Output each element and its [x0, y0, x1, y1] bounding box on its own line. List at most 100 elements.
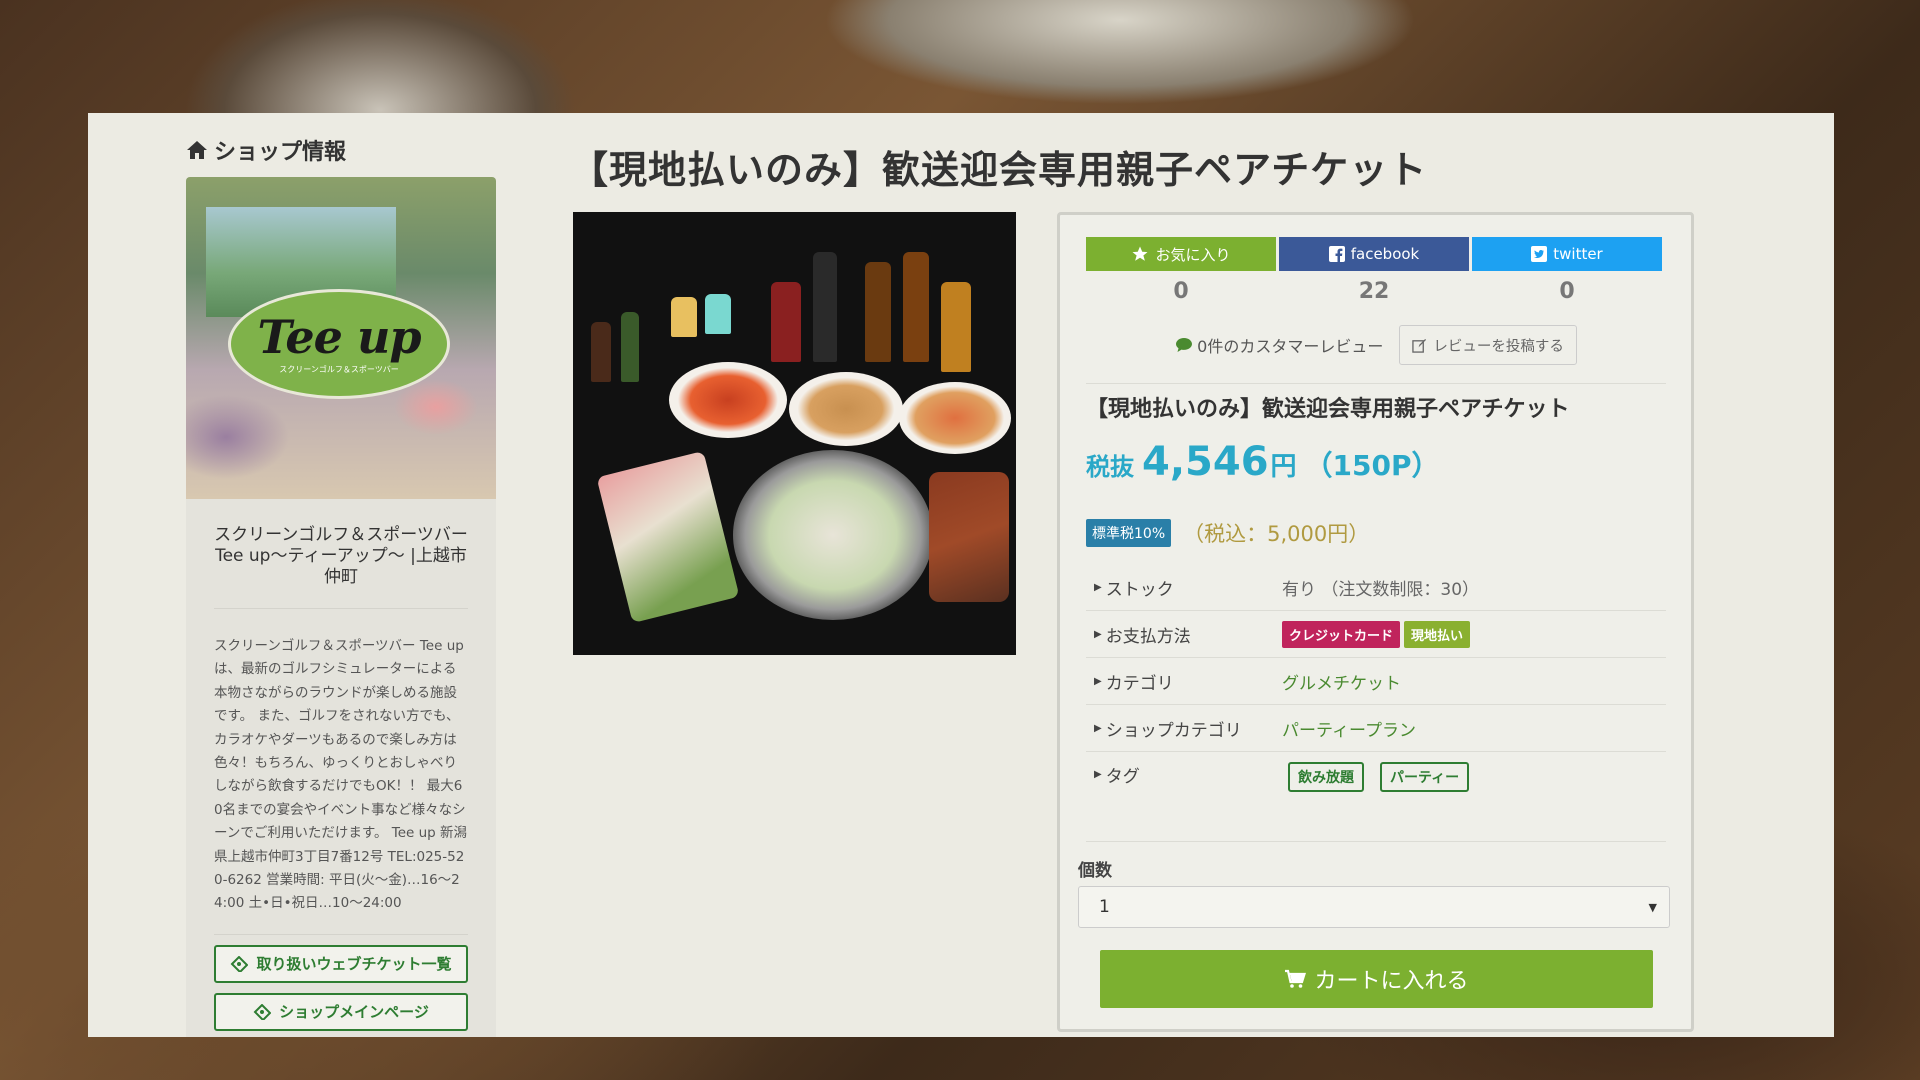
caret-right-icon: ▶	[1094, 675, 1102, 687]
product-image[interactable]	[573, 212, 1016, 655]
star-icon	[1132, 246, 1148, 261]
spec-key-label: ストック	[1105, 579, 1174, 600]
spec-row-category: ▶ カテゴリ グルメチケット	[1086, 658, 1666, 705]
quantity-label: 個数	[1078, 861, 1112, 881]
spec-key-label: タグ	[1105, 767, 1140, 787]
shop-main-page-button[interactable]: ショップメインページ	[214, 992, 468, 1031]
hotpot-graphic	[733, 450, 933, 620]
shop-info-heading: ショップ情報	[186, 133, 496, 167]
category-link[interactable]: グルメチケット	[1282, 669, 1401, 694]
bottle-graphic	[591, 322, 611, 382]
fried-food-plate-graphic	[789, 372, 903, 446]
add-to-cart-label: カートに入れる	[1314, 969, 1469, 994]
sausage-plate-graphic	[929, 472, 1009, 602]
tag-link[interactable]: パーティー	[1380, 762, 1470, 792]
tax-row: 標準税10% （税込：5,000円）	[1086, 518, 1369, 548]
social-counts: 0 22 0	[1086, 279, 1662, 304]
facebook-icon	[1328, 246, 1345, 262]
twitter-label: twitter	[1553, 245, 1603, 263]
twitter-button[interactable]: twitter	[1472, 237, 1662, 271]
spec-row-stock: ▶ ストック 有り （注文数制限：30）	[1086, 564, 1666, 611]
spec-key: ▶ タグ	[1086, 762, 1282, 787]
favorite-button[interactable]: お気に入り	[1086, 237, 1276, 271]
tag-link[interactable]: 飲み放題	[1288, 762, 1364, 792]
bottle-graphic	[941, 282, 971, 372]
quantity-value: 1	[1099, 897, 1110, 917]
shop-logo-text: Tee up	[257, 309, 421, 364]
caret-right-icon: ▶	[1094, 722, 1102, 734]
pasta-plate-graphic	[669, 362, 787, 438]
divider	[1086, 841, 1666, 842]
spec-row-shop-category: ▶ ショップカテゴリ パーティープラン	[1086, 705, 1666, 752]
ticket-icon	[253, 1003, 272, 1020]
shop-category-link[interactable]: パーティープラン	[1282, 716, 1416, 741]
page: ショップ情報 Tee up スクリーンゴルフ＆スポーツバー スクリーンゴルフ＆ス…	[88, 113, 1834, 1037]
price-label: 税抜	[1086, 453, 1134, 481]
spec-key-label: カテゴリ	[1105, 673, 1174, 694]
ticket-list-label: 取り扱いウェブチケット一覧	[256, 955, 452, 974]
tag-list: 飲み放題 パーティー	[1282, 762, 1475, 792]
tax-included-price: （税込：5,000円）	[1183, 522, 1370, 546]
price-value: 4,546	[1142, 439, 1269, 485]
sashimi-plate-graphic	[596, 450, 740, 624]
spec-key: ▶ お支払方法	[1086, 622, 1282, 647]
facebook-count: 22	[1358, 279, 1390, 304]
shop-description: スクリーンゴルフ＆スポーツバー Tee upは、最新のゴルフシミュレーターによる…	[214, 638, 468, 912]
payment-badge-local: 現地払い	[1404, 620, 1471, 648]
bottle-graphic	[903, 252, 929, 362]
product-title: 【現地払いのみ】歓送迎会専用親子ペアチケット	[570, 148, 1428, 192]
comment-icon	[1176, 338, 1193, 352]
favorite-count: 0	[1173, 279, 1189, 304]
review-row: 0件のカスタマーレビュー レビューを投稿する	[1086, 325, 1666, 365]
product-info-panel: お気に入り facebook twitter 0 22 0 0件のカスタマーレビ…	[1057, 212, 1694, 1032]
price-unit: 円	[1270, 452, 1297, 482]
cart-icon	[1285, 969, 1307, 988]
spec-key-label: ショップカテゴリ	[1105, 720, 1242, 741]
pizza-plate-graphic	[899, 382, 1011, 454]
shop-name[interactable]: スクリーンゴルフ＆スポーツバー Tee up〜ティーアップ〜 |上越市仲町	[186, 499, 496, 608]
edit-icon	[1412, 338, 1427, 353]
divider	[1086, 383, 1666, 384]
spec-key: ▶ カテゴリ	[1086, 669, 1282, 694]
spec-row-tags: ▶ タグ 飲み放題 パーティー	[1086, 752, 1666, 824]
review-count-link[interactable]: 0件のカスタマーレビュー	[1175, 333, 1383, 357]
glass-graphic	[671, 297, 697, 337]
spec-value: 有り （注文数制限：30）	[1282, 579, 1480, 600]
favorite-label: お気に入り	[1155, 245, 1231, 264]
spec-key-label: お支払方法	[1105, 626, 1191, 647]
add-to-cart-button[interactable]: カートに入れる	[1100, 950, 1653, 1008]
spec-key: ▶ ストック	[1086, 575, 1282, 600]
shop-image[interactable]: Tee up スクリーンゴルフ＆スポーツバー	[186, 177, 496, 499]
ticket-icon	[231, 955, 249, 972]
facebook-label: facebook	[1350, 245, 1420, 263]
chevron-down-icon: ▼	[1648, 900, 1657, 914]
spec-value: クレジットカード 現地払い	[1282, 620, 1471, 648]
glass-graphic	[705, 294, 731, 334]
bottle-graphic	[771, 282, 801, 362]
tax-rate-badge: 標準税10%	[1086, 519, 1172, 547]
home-icon	[187, 141, 207, 159]
spec-key: ▶ ショップカテゴリ	[1086, 716, 1282, 741]
bottle-graphic	[813, 252, 837, 362]
social-buttons: お気に入り facebook twitter	[1086, 237, 1662, 271]
product-subtitle: 【現地払いのみ】歓送迎会専用親子ペアチケット	[1086, 397, 1570, 422]
post-review-button[interactable]: レビューを投稿する	[1399, 325, 1577, 365]
facebook-button[interactable]: facebook	[1279, 237, 1469, 271]
shop-logo-subtext: スクリーンゴルフ＆スポーツバー	[279, 364, 399, 374]
caret-right-icon: ▶	[1094, 769, 1102, 780]
shop-logo: Tee up スクリーンゴルフ＆スポーツバー	[228, 289, 450, 399]
bottle-graphic	[621, 312, 639, 382]
payment-badge-credit-card: クレジットカード	[1282, 620, 1401, 648]
price-row: 税抜 4,546 円 （150P）	[1086, 439, 1440, 485]
shop-info-heading-label: ショップ情報	[214, 140, 347, 165]
spec-table: ▶ ストック 有り （注文数制限：30） ▶ お支払方法 クレジットカード 現地払い…	[1086, 564, 1666, 824]
shop-card: Tee up スクリーンゴルフ＆スポーツバー スクリーンゴルフ＆スポーツバー T…	[186, 177, 496, 1037]
caret-right-icon: ▶	[1094, 628, 1102, 640]
twitter-count: 0	[1559, 279, 1575, 304]
post-review-label: レビューを投稿する	[1433, 338, 1564, 355]
review-count-label: 0件のカスタマーレビュー	[1197, 337, 1384, 356]
divider	[214, 933, 468, 935]
shop-main-page-label: ショップメインページ	[279, 1003, 429, 1022]
quantity-select[interactable]: 1 ▼	[1078, 886, 1670, 928]
ticket-list-button[interactable]: 取り扱いウェブチケット一覧	[214, 944, 468, 983]
